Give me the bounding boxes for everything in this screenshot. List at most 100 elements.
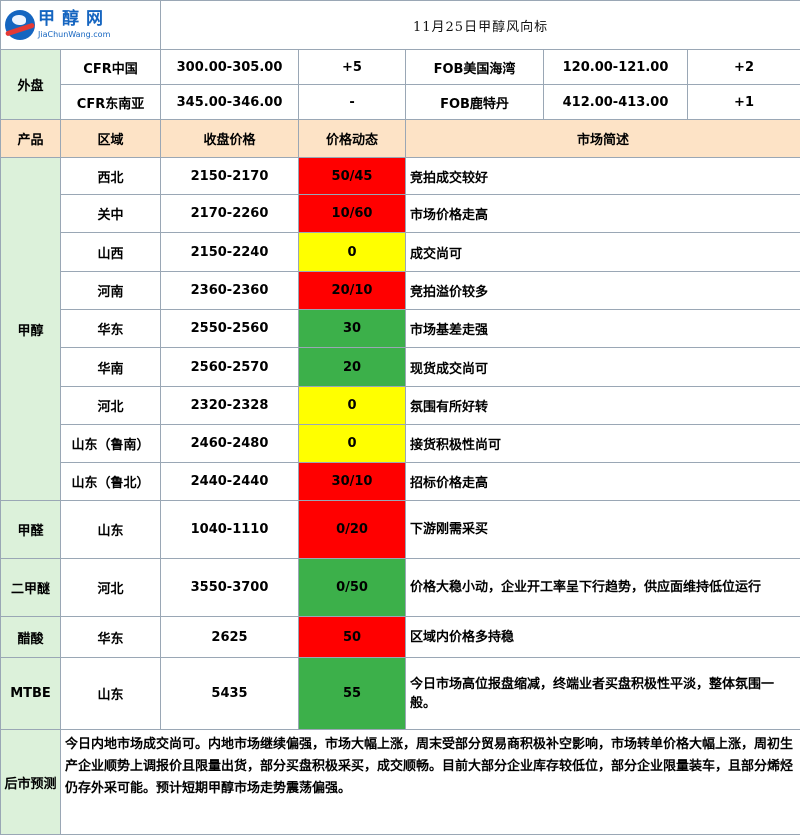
column-header-row: 产品 区域 收盘价格 价格动态 市场简述 bbox=[1, 120, 800, 158]
methanol-row: 华南2560-257020现货成交尚可 bbox=[1, 348, 800, 387]
ext-left-change: +5 bbox=[299, 50, 406, 85]
change-cell: 20/10 bbox=[299, 272, 406, 310]
summary-cell: 价格大稳小动，企业开工率呈下行趋势，供应面维持低位运行 bbox=[406, 559, 800, 617]
change-cell: 0 bbox=[299, 387, 406, 425]
ext-left-name: CFR中国 bbox=[61, 50, 161, 85]
derivative-row: MTBE山东543555今日市场高位报盘缩减，终端业者买盘积极性平淡，整体氛围一… bbox=[1, 658, 800, 730]
col-product: 产品 bbox=[1, 120, 61, 158]
region-cell: 华东 bbox=[61, 310, 161, 348]
col-price-change: 价格动态 bbox=[299, 120, 406, 158]
ext-left-name: CFR东南亚 bbox=[61, 85, 161, 120]
price-cell: 2360-2360 bbox=[161, 272, 299, 310]
forecast-label: 后市预测 bbox=[1, 730, 61, 835]
methanol-row: 河北2320-23280氛围有所好转 bbox=[1, 387, 800, 425]
change-cell: 55 bbox=[299, 658, 406, 730]
price-cell: 5435 bbox=[161, 658, 299, 730]
forecast-row: 后市预测今日内地市场成交尚可。内地市场继续偏强，市场大幅上涨，周末受部分贸易商积… bbox=[1, 730, 800, 835]
ext-left-change: - bbox=[299, 85, 406, 120]
methanol-row: 关中2170-226010/60市场价格走高 bbox=[1, 195, 800, 233]
price-cell: 3550-3700 bbox=[161, 559, 299, 617]
summary-cell: 成交尚可 bbox=[406, 233, 800, 272]
col-market-summary: 市场简述 bbox=[406, 120, 800, 158]
change-cell: 30/10 bbox=[299, 463, 406, 501]
change-cell: 0/50 bbox=[299, 559, 406, 617]
change-cell: 0 bbox=[299, 425, 406, 463]
methanol-report: 甲醇网 JiaChunWang.com 11月25日甲醇风向标 外盘 CFR中国… bbox=[0, 0, 800, 821]
ext-right-price: 412.00-413.00 bbox=[544, 85, 688, 120]
forecast-text: 今日内地市场成交尚可。内地市场继续偏强，市场大幅上涨，周末受部分贸易商积极补空影… bbox=[61, 730, 800, 835]
region-cell: 河南 bbox=[61, 272, 161, 310]
region-cell: 西北 bbox=[61, 158, 161, 195]
summary-cell: 下游刚需采买 bbox=[406, 501, 800, 559]
ext-right-price: 120.00-121.00 bbox=[544, 50, 688, 85]
derivative-row: 醋酸华东262550区域内价格多持稳 bbox=[1, 617, 800, 658]
region-cell: 山东（鲁南） bbox=[61, 425, 161, 463]
methanol-row: 山西2150-22400成交尚可 bbox=[1, 233, 800, 272]
change-cell: 50 bbox=[299, 617, 406, 658]
derivative-row: 二甲醚河北3550-37000/50价格大稳小动，企业开工率呈下行趋势，供应面维… bbox=[1, 559, 800, 617]
change-cell: 10/60 bbox=[299, 195, 406, 233]
summary-cell: 区域内价格多持稳 bbox=[406, 617, 800, 658]
price-cell: 2320-2328 bbox=[161, 387, 299, 425]
external-row: CFR东南亚 345.00-346.00 - FOB鹿特丹 412.00-413… bbox=[1, 85, 800, 120]
methanol-row: 山东（鲁南）2460-24800接货积极性尚可 bbox=[1, 425, 800, 463]
product-cell: 醋酸 bbox=[1, 617, 61, 658]
logo: 甲醇网 JiaChunWang.com bbox=[1, 2, 160, 48]
methanol-row: 华东2550-256030市场基差走强 bbox=[1, 310, 800, 348]
price-cell: 2460-2480 bbox=[161, 425, 299, 463]
price-cell: 2150-2170 bbox=[161, 158, 299, 195]
price-cell: 2625 bbox=[161, 617, 299, 658]
summary-cell: 市场价格走高 bbox=[406, 195, 800, 233]
summary-cell: 氛围有所好转 bbox=[406, 387, 800, 425]
price-cell: 2150-2240 bbox=[161, 233, 299, 272]
methanol-row: 河南2360-236020/10竞拍溢价较多 bbox=[1, 272, 800, 310]
price-cell: 1040-1110 bbox=[161, 501, 299, 559]
product-cell: MTBE bbox=[1, 658, 61, 730]
price-cell: 2170-2260 bbox=[161, 195, 299, 233]
methanol-row: 山东（鲁北）2440-244030/10招标价格走高 bbox=[1, 463, 800, 501]
summary-cell: 竞拍成交较好 bbox=[406, 158, 800, 195]
change-cell: 30 bbox=[299, 310, 406, 348]
report-table: 甲醇网 JiaChunWang.com 11月25日甲醇风向标 外盘 CFR中国… bbox=[0, 0, 800, 835]
region-cell: 山西 bbox=[61, 233, 161, 272]
title-row: 甲醇网 JiaChunWang.com 11月25日甲醇风向标 bbox=[1, 1, 800, 50]
external-label: 外盘 bbox=[1, 50, 61, 120]
methanol-row: 甲醇西北2150-217050/45竞拍成交较好 bbox=[1, 158, 800, 195]
region-cell: 河北 bbox=[61, 559, 161, 617]
ext-left-price: 345.00-346.00 bbox=[161, 85, 299, 120]
price-cell: 2550-2560 bbox=[161, 310, 299, 348]
logo-cell: 甲醇网 JiaChunWang.com bbox=[1, 1, 161, 50]
derivative-row: 甲醛山东1040-11100/20下游刚需采买 bbox=[1, 501, 800, 559]
region-cell: 山东 bbox=[61, 658, 161, 730]
external-row: 外盘 CFR中国 300.00-305.00 +5 FOB美国海湾 120.00… bbox=[1, 50, 800, 85]
product-cell: 甲醛 bbox=[1, 501, 61, 559]
region-cell: 华东 bbox=[61, 617, 161, 658]
ext-right-change: +2 bbox=[688, 50, 800, 85]
region-cell: 山东 bbox=[61, 501, 161, 559]
ext-left-price: 300.00-305.00 bbox=[161, 50, 299, 85]
change-cell: 20 bbox=[299, 348, 406, 387]
col-close-price: 收盘价格 bbox=[161, 120, 299, 158]
change-cell: 50/45 bbox=[299, 158, 406, 195]
page-title: 11月25日甲醇风向标 bbox=[161, 1, 800, 50]
change-cell: 0 bbox=[299, 233, 406, 272]
summary-cell: 现货成交尚可 bbox=[406, 348, 800, 387]
ext-right-name: FOB美国海湾 bbox=[406, 50, 544, 85]
product-cell: 二甲醚 bbox=[1, 559, 61, 617]
logo-text: 甲醇网 bbox=[38, 11, 110, 28]
ext-right-name: FOB鹿特丹 bbox=[406, 85, 544, 120]
summary-cell: 市场基差走强 bbox=[406, 310, 800, 348]
ext-right-change: +1 bbox=[688, 85, 800, 120]
price-cell: 2440-2440 bbox=[161, 463, 299, 501]
region-cell: 华南 bbox=[61, 348, 161, 387]
price-cell: 2560-2570 bbox=[161, 348, 299, 387]
summary-cell: 今日市场高位报盘缩减，终端业者买盘积极性平淡，整体氛围一般。 bbox=[406, 658, 800, 730]
logo-en: JiaChunWang.com bbox=[38, 31, 110, 39]
product-cell: 甲醇 bbox=[1, 158, 61, 501]
region-cell: 山东（鲁北） bbox=[61, 463, 161, 501]
summary-cell: 接货积极性尚可 bbox=[406, 425, 800, 463]
region-cell: 关中 bbox=[61, 195, 161, 233]
col-region: 区域 bbox=[61, 120, 161, 158]
region-cell: 河北 bbox=[61, 387, 161, 425]
summary-cell: 招标价格走高 bbox=[406, 463, 800, 501]
